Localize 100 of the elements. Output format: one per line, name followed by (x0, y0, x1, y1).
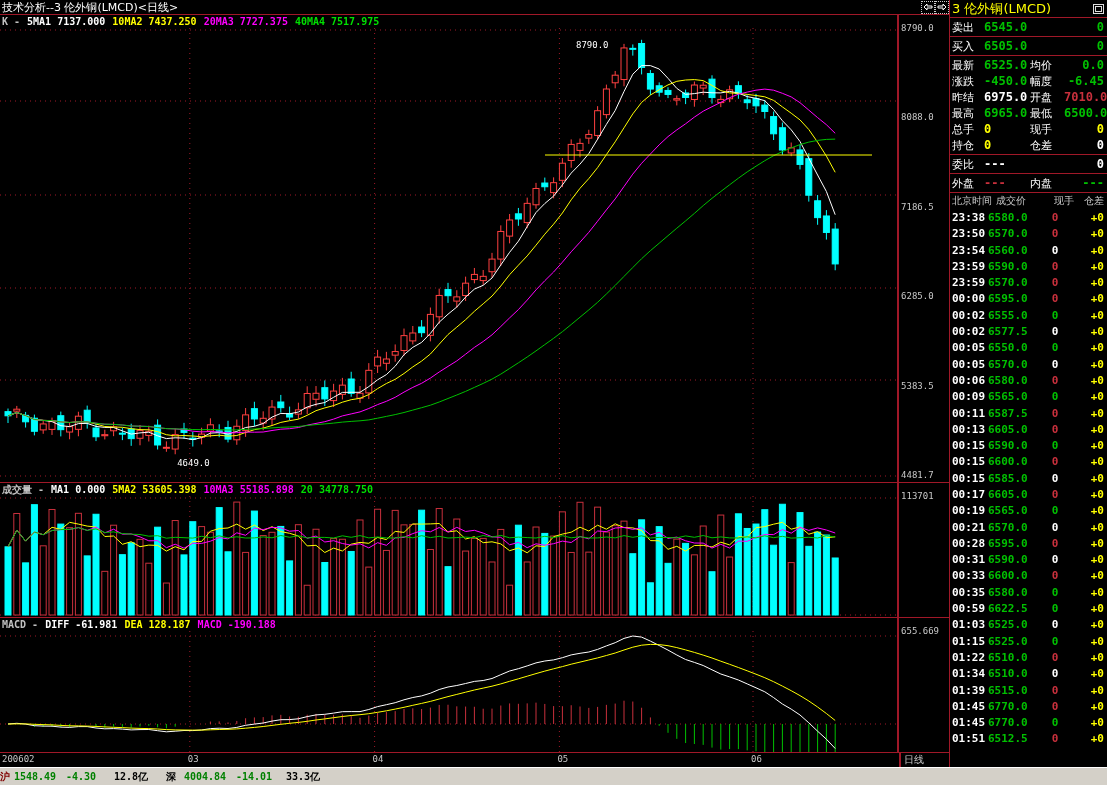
tick-time: 01:34 (952, 667, 987, 681)
tick-change: +0 (1089, 308, 1104, 322)
tick-volume: 0 (1050, 699, 1060, 713)
axis-label: 06 (751, 754, 762, 764)
tick-time: 00:05 (952, 341, 987, 355)
axis-label: 8088.0 (901, 112, 935, 123)
tick-change: +0 (1089, 406, 1104, 420)
quote-label: 最新 (952, 57, 975, 73)
tick-change: +0 (1089, 243, 1104, 257)
tick-change: +0 (1089, 357, 1104, 371)
tick-volume: 0 (1050, 341, 1060, 355)
legend-label: 40MA4 7517.975 (294, 16, 380, 27)
tick-volume: 0 (1050, 439, 1060, 453)
legend-label: DEA 128.187 (124, 618, 191, 630)
tick-price: 6590.0 (988, 259, 1029, 273)
tick-time: 23:59 (952, 259, 987, 273)
axis-label: 03 (187, 754, 199, 764)
tick-change: +0 (1089, 488, 1104, 501)
tick-time: 01:45 (952, 699, 987, 713)
legend-label: 成交量 - (2, 482, 45, 497)
tick-volume: 0 (1050, 732, 1060, 746)
legend-label: 5MA2 53605.398 (112, 484, 197, 495)
quote-label: 现手 (1030, 121, 1053, 137)
column-header: 现手 (1053, 194, 1074, 209)
tick-price: 6590.0 (988, 439, 1029, 453)
tick-price: 6600.0 (988, 569, 1029, 583)
tick-price: 6565.0 (988, 390, 1029, 404)
tick-price: 6590.0 (988, 553, 1029, 567)
tick-time: 00:02 (952, 308, 987, 322)
tick-volume: 0 (1050, 536, 1060, 550)
axis-label: 655.669 (901, 625, 941, 636)
status-value: 4004.84 (184, 771, 228, 782)
tick-time: 23:59 (952, 276, 987, 290)
quote-value: -450.0 (984, 74, 1029, 88)
axis-label: 200602 (2, 754, 35, 764)
tick-change: +0 (1089, 292, 1104, 306)
legend-label: K - (2, 16, 21, 27)
high-price-label: 8790.0 (576, 39, 609, 50)
legend-label: 20 34778.750 (300, 484, 374, 495)
tick-price: 6525.0 (988, 634, 1029, 648)
quote-value: 0.0 (1081, 58, 1104, 72)
tick-volume: 0 (1050, 390, 1060, 404)
tick-time: 00:15 (952, 455, 987, 469)
tick-volume: 0 (1050, 569, 1060, 583)
tick-volume: 0 (1050, 227, 1060, 241)
tick-price: 6770.0 (988, 699, 1029, 713)
tick-time: 00:21 (952, 520, 987, 534)
tick-volume: 0 (1050, 292, 1060, 306)
tick-price: 6622.5 (988, 602, 1029, 616)
window-title: 技术分析--3 伦外铜(LMCD)<日线> (1, 0, 179, 15)
legend-label: 10MA3 55185.898 (203, 484, 294, 495)
quote-value: --- (984, 157, 1007, 171)
tick-price: 6570.0 (988, 276, 1029, 290)
tick-change: +0 (1089, 585, 1104, 599)
quote-value: 6965.0 (984, 106, 1029, 120)
tick-volume: 0 (1050, 471, 1060, 485)
tick-price: 6525.0 (988, 618, 1029, 632)
tick-volume: 0 (1050, 325, 1060, 338)
legend-label: DIFF -61.981 (45, 618, 118, 630)
tick-volume: 0 (1050, 618, 1060, 632)
tick-time: 00:11 (952, 406, 987, 420)
tick-time: 00:31 (952, 553, 987, 567)
tick-change: +0 (1089, 504, 1104, 518)
tick-volume: 0 (1050, 602, 1060, 616)
tick-price: 6577.5 (988, 325, 1029, 338)
tick-change: +0 (1089, 455, 1104, 469)
column-header: 仓差 (1083, 194, 1104, 209)
tick-change: +0 (1089, 227, 1104, 241)
tick-volume: 0 (1050, 488, 1060, 501)
tick-time: 00:19 (952, 504, 987, 518)
quote-value: 6505.0 (984, 39, 1029, 53)
tick-volume: 0 (1050, 243, 1060, 257)
quote-value: 0 (984, 122, 993, 136)
quote-value: 0 (1095, 39, 1104, 53)
tick-time: 01:51 (952, 732, 987, 746)
tick-time: 23:38 (952, 210, 987, 224)
tick-volume: 0 (1050, 406, 1060, 420)
tick-change: +0 (1089, 439, 1104, 453)
tick-change: +0 (1089, 210, 1104, 224)
tick-price: 6580.0 (988, 210, 1029, 224)
tick-time: 01:39 (952, 683, 987, 697)
tick-time: 01:03 (952, 618, 987, 632)
status-value: 33.3亿 (286, 769, 322, 784)
tick-time: 23:54 (952, 243, 987, 257)
tick-time: 00:15 (952, 439, 987, 453)
quote-label: 最高 (952, 105, 975, 121)
axis-label: 113701 (901, 491, 935, 501)
tick-time: 00:00 (952, 292, 987, 306)
tick-change: +0 (1089, 634, 1104, 648)
column-header: 成交价 (996, 194, 1027, 209)
tick-time: 00:02 (952, 325, 987, 338)
axis-label: 4481.7 (901, 469, 935, 480)
tick-change: +0 (1089, 602, 1104, 616)
tick-time: 00:59 (952, 602, 987, 616)
tick-price: 6595.0 (988, 292, 1029, 306)
quote-label: 外盘 (952, 175, 975, 191)
status-value: 深 (166, 769, 177, 784)
tick-volume: 0 (1050, 667, 1060, 681)
tick-change: +0 (1089, 390, 1104, 404)
tick-price: 6580.0 (988, 585, 1029, 599)
